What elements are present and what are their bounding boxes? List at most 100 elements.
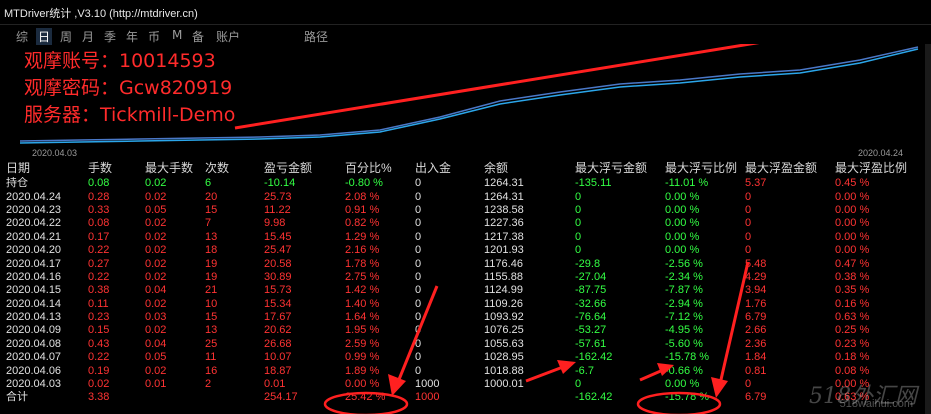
- cell-max-float-profit-pct: 0.18 %: [835, 351, 870, 364]
- tab-quarter[interactable]: 季: [104, 28, 116, 45]
- tab-summary[interactable]: 综: [16, 28, 28, 45]
- header-deposit[interactable]: 出入金: [409, 160, 478, 177]
- table-row[interactable]: 2020.04.08 0.43 0.04 25 26.68 2.59 % 0 1055.63 -…: [0, 338, 931, 351]
- cell-percent: 0.99 %: [345, 351, 380, 364]
- cell-max-float-loss: -162.42: [575, 391, 613, 404]
- cell-max-float-profit: 3.94: [745, 284, 767, 297]
- tab-account[interactable]: 账户: [216, 28, 240, 45]
- cell-date: 2020.04.03: [6, 378, 62, 391]
- cell-max-lots: 0.02: [145, 230, 167, 243]
- cell-max-float-loss-pct: -4.95 %: [665, 324, 703, 337]
- tab-day[interactable]: 日: [36, 28, 53, 45]
- cell-profit: 18.87: [264, 364, 292, 377]
- period-toolbar: 综 日 周 月 季 年 币 M 备 账户 路径: [0, 26, 400, 45]
- table-row[interactable]: 2020.04.13 0.23 0.03 15 17.67 1.64 % 0 1093.92 -…: [0, 311, 931, 324]
- cell-max-float-profit: 6.79: [745, 311, 767, 324]
- cell-percent: 0.91 %: [345, 203, 380, 216]
- header-balance[interactable]: 余额: [478, 160, 569, 177]
- table-row[interactable]: 2020.04.06 0.19 0.02 16 18.87 1.89 % 0 1018.88 -…: [0, 364, 931, 377]
- cell-deposit: 0: [415, 270, 422, 283]
- cell-lots: 0.28: [88, 190, 110, 203]
- server-name: 服务器：Tickmill-Demo: [24, 104, 236, 126]
- cell-profit: 10.07: [264, 351, 292, 364]
- cell-max-float-profit-pct: 0.45 %: [835, 177, 870, 190]
- tab-path[interactable]: 路径: [304, 28, 328, 45]
- cell-count: 15: [205, 203, 218, 216]
- header-profit[interactable]: 盈亏金额: [258, 160, 339, 177]
- cell-lots: 0.17: [88, 230, 110, 243]
- header-count[interactable]: 次数: [199, 160, 258, 177]
- cell-deposit: 0: [415, 190, 422, 203]
- cell-max-lots: 0.02: [145, 297, 167, 310]
- cell-max-float-loss: 0: [575, 244, 582, 257]
- cell-deposit: 0: [415, 244, 422, 257]
- tab-week[interactable]: 周: [60, 28, 72, 45]
- cell-profit: 20.58: [264, 257, 292, 270]
- header-date[interactable]: 日期: [0, 160, 82, 177]
- cell-count: [199, 391, 258, 404]
- cell-date: 2020.04.07: [6, 351, 62, 364]
- table-row[interactable]: 2020.04.16 0.22 0.02 19 30.89 2.75 % 0 1155.88 -…: [0, 271, 931, 284]
- cell-max-float-loss: -32.66: [575, 297, 607, 310]
- cell-lots: 3.38: [88, 391, 110, 404]
- table-row[interactable]: 2020.04.21 0.17 0.02 13 15.45 1.29 % 0 1217.38 0…: [0, 231, 931, 244]
- cell-profit: 26.68: [264, 337, 292, 350]
- table-row[interactable]: 2020.04.24 0.28 0.02 20 25.73 2.08 % 0 1264.31 0…: [0, 190, 931, 203]
- total-row[interactable]: 合计 3.38 254.17 25.42 % 1000 -162.42 -15.78 % 6.…: [0, 391, 931, 404]
- header-max-float-loss-pct[interactable]: 最大浮亏比例: [659, 160, 739, 177]
- cell-balance: 1124.99: [484, 284, 523, 297]
- cell-profit: 15.73: [264, 284, 292, 297]
- cell-date: 2020.04.20: [6, 244, 62, 257]
- cell-max-float-profit: 0: [745, 244, 752, 257]
- cell-max-float-profit: 0: [745, 217, 752, 230]
- table-row[interactable]: 2020.04.09 0.15 0.02 13 20.62 1.95 % 0 1076.25 -…: [0, 324, 931, 337]
- header-max-float-profit-pct[interactable]: 最大浮盈比例: [829, 160, 931, 177]
- cell-lots: 0.15: [88, 324, 110, 337]
- cell-count: 7: [205, 217, 212, 230]
- header-max-float-loss[interactable]: 最大浮亏金额: [569, 160, 659, 177]
- table-row[interactable]: 2020.04.03 0.02 0.01 2 0.01 0.00 % 1000 1000.01…: [0, 378, 931, 391]
- cell-max-float-loss: -29.8: [575, 257, 601, 270]
- cell-max-float-profit-pct: 0.25 %: [835, 324, 870, 337]
- cell-max-float-profit-pct: 0.00 %: [835, 244, 870, 257]
- table-row[interactable]: 2020.04.14 0.11 0.02 10 15.34 1.40 % 0 1109.26 -…: [0, 298, 931, 311]
- table-row[interactable]: 2020.04.22 0.08 0.02 7 9.98 0.82 % 0 1227.36 0 0.…: [0, 217, 931, 230]
- cell-date: 2020.04.24: [6, 190, 62, 203]
- cell-max-float-profit: 4.29: [745, 270, 767, 283]
- window-title: MTDriver统计 ,V3.10 (http://mtdriver.cn): [4, 8, 198, 20]
- tab-year[interactable]: 年: [126, 28, 138, 45]
- cell-max-float-profit-pct: 0.38 %: [835, 270, 870, 283]
- header-max-float-profit[interactable]: 最大浮盈金额: [739, 160, 829, 177]
- cell-max-lots: 0.02: [145, 190, 167, 203]
- cell-count: 25: [205, 337, 218, 350]
- tab-currency[interactable]: 币: [148, 28, 160, 45]
- cell-balance: 1028.95: [484, 351, 524, 364]
- position-row[interactable]: 持仓 0.08 0.02 6 -10.14 -0.80 % 0 1264.31 -135.11 -…: [0, 177, 931, 190]
- cell-lots: 0.38: [88, 284, 110, 297]
- table-row[interactable]: 2020.04.17 0.27 0.02 19 20.58 1.78 % 0 1176.46 -…: [0, 257, 931, 270]
- cell-balance: 1000.01: [484, 378, 524, 391]
- vertical-scrollbar[interactable]: [925, 44, 931, 414]
- cell-percent: 0.82 %: [345, 217, 380, 230]
- header-lots[interactable]: 手数: [82, 160, 139, 177]
- tab-note[interactable]: 备: [192, 28, 204, 45]
- table-row[interactable]: 2020.04.23 0.33 0.05 15 11.22 0.91 % 0 1238.58 0…: [0, 204, 931, 217]
- table-row[interactable]: 2020.04.20 0.22 0.02 18 25.47 2.16 % 0 1201.93 0…: [0, 244, 931, 257]
- cell-max-lots: 0.05: [145, 203, 167, 216]
- header-max-lots[interactable]: 最大手数: [139, 160, 199, 177]
- cell-max-lots: 0.02: [145, 270, 167, 283]
- table-row[interactable]: 2020.04.15 0.38 0.04 21 15.73 1.42 % 0 1124.99 -…: [0, 284, 931, 297]
- cell-deposit: 0: [415, 324, 422, 337]
- cell-date: 2020.04.06: [6, 364, 62, 377]
- cell-profit: 20.62: [264, 324, 292, 337]
- cell-max-float-profit-pct: 0.16 %: [835, 297, 870, 310]
- cell-max-float-profit: 0: [745, 230, 752, 243]
- table-header: 日期 手数 最大手数 次数 盈亏金额 百分比% 出入金 余额 最大浮亏金额 最大…: [0, 160, 931, 177]
- cell-max-float-profit: 0.81: [745, 364, 767, 377]
- cell-max-lots: 0.02: [145, 217, 167, 230]
- cell-max-lots: 0.02: [145, 324, 167, 337]
- tab-magic[interactable]: M: [172, 28, 182, 42]
- header-percent[interactable]: 百分比%: [339, 160, 409, 177]
- table-row[interactable]: 2020.04.07 0.22 0.05 11 10.07 0.99 % 0 1028.95 -…: [0, 351, 931, 364]
- tab-month[interactable]: 月: [82, 28, 94, 45]
